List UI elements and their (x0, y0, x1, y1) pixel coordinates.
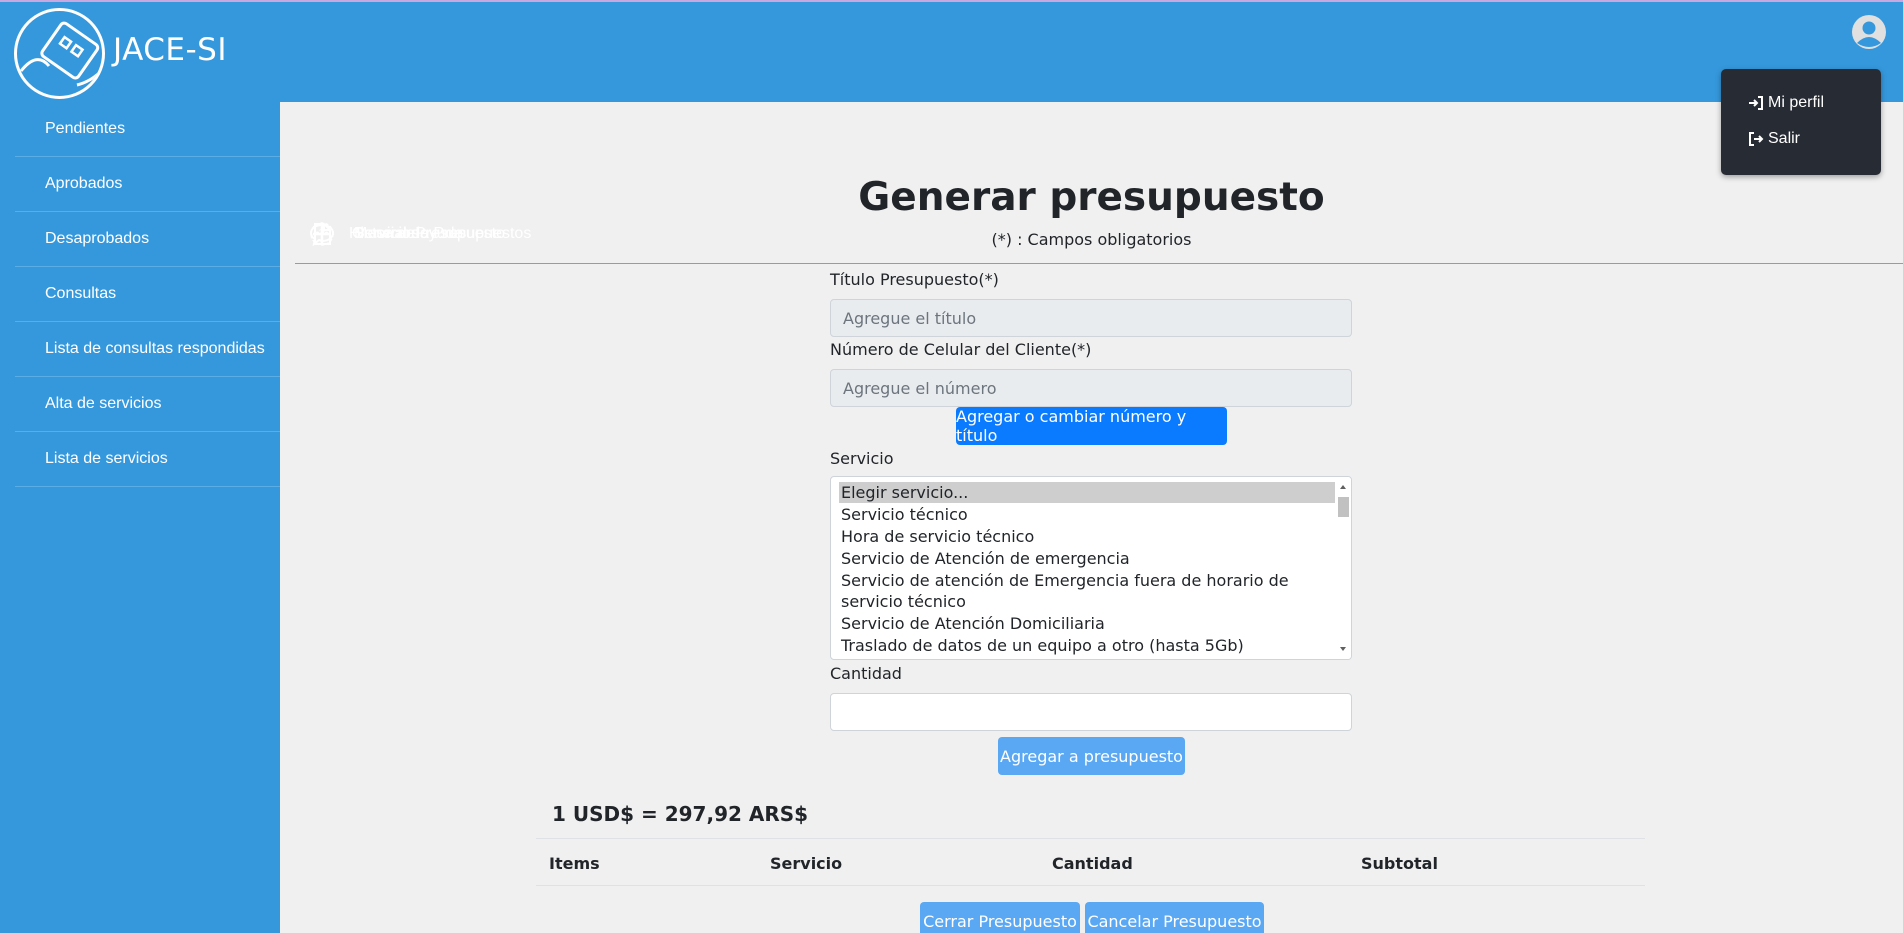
sidebar-item-label: Lista de consultas respondidas (45, 340, 265, 357)
servicio-option[interactable]: Traslado de datos de un equipo a otro (h… (831, 635, 1337, 656)
column-header-cantidad: Cantidad (1052, 854, 1133, 873)
sidebar-item-label: Alta de servicios (45, 395, 162, 412)
required-fields-note: (*) : Campos obligatorios (991, 230, 1192, 249)
logo-icon (19, 21, 102, 87)
brand-name: JACE-SI (113, 32, 227, 68)
agregar-numero-titulo-button[interactable]: Agregar o cambiar número y título (956, 407, 1227, 445)
sidebar-item-lista-servicios[interactable]: Lista de servicios (15, 432, 280, 487)
sidebar-item-label: Lista de servicios (45, 450, 168, 467)
scroll-up-icon[interactable] (1335, 479, 1351, 495)
scrollbar-thumb[interactable] (1338, 497, 1349, 517)
titulo-label: Título Presupuesto(*) (830, 270, 999, 289)
table-header-divider (536, 885, 1645, 886)
servicio-option[interactable]: Servicio de atención de Emergencia fuera… (831, 570, 1337, 612)
titulo-input[interactable]: Agregue el título (830, 299, 1352, 337)
servicio-option[interactable]: Servicio técnico (831, 504, 1337, 525)
servicio-option[interactable]: Servicio de Atención de emergencia (831, 548, 1337, 569)
logo[interactable] (14, 8, 105, 99)
celular-label: Número de Celular del Cliente(*) (830, 340, 1092, 359)
cantidad-input[interactable] (830, 693, 1352, 731)
page-title: Generar presupuesto (858, 175, 1325, 220)
servicio-option[interactable]: Servicio de Atención Domiciliaria (831, 613, 1337, 634)
servicio-listbox[interactable]: Elegir servicio... Servicio técnico Hora… (830, 476, 1352, 660)
cerrar-presupuesto-button[interactable]: Cerrar Presupuesto (920, 902, 1080, 933)
cantidad-label: Cantidad (830, 664, 902, 683)
sidebar-item-pendientes[interactable]: Pendientes (15, 102, 280, 157)
sidebar-item-label: Consultas (45, 285, 117, 302)
sidebar-item-desaprobados[interactable]: Desaprobados (15, 212, 280, 267)
sidebar-item-lista-consultas[interactable]: Lista de consultas respondidas (15, 322, 280, 377)
main-content: Generar presupuesto (*) : Campos obligat… (280, 102, 1903, 933)
sidebar-item-alta-servicios[interactable]: Alta de servicios (15, 377, 280, 432)
scroll-down-icon[interactable] (1335, 641, 1351, 657)
column-header-items: Items (549, 854, 600, 873)
sidebar-item-label: Desaprobados (45, 230, 150, 247)
sidebar: Generar Presupuesto Historial de Presupu… (0, 102, 1903, 933)
column-header-servicio: Servicio (770, 854, 843, 873)
servicio-option[interactable]: Elegir servicio... (839, 482, 1335, 503)
sidebar-item-consultas[interactable]: Consultas (15, 267, 280, 322)
exchange-rate: 1 USD$ = 297,92 ARS$ (552, 802, 809, 826)
top-navbar: JACE-SI (0, 0, 1903, 102)
servicio-option[interactable]: Hora de servicio técnico (831, 526, 1337, 547)
servicio-label: Servicio (830, 449, 894, 468)
sidebar-item-label: Pendientes (45, 120, 126, 137)
agregar-a-presupuesto-button[interactable]: Agregar a presupuesto (998, 737, 1185, 775)
column-header-subtotal: Subtotal (1361, 854, 1438, 873)
listbox-scrollbar[interactable] (1335, 477, 1351, 659)
celular-input[interactable]: Agregue el número (830, 369, 1352, 407)
user-account-icon[interactable] (1851, 14, 1887, 50)
sidebar-item-aprobados[interactable]: Aprobados (15, 157, 280, 212)
cancelar-presupuesto-button[interactable]: Cancelar Presupuesto (1085, 902, 1264, 933)
table-top-divider (536, 838, 1645, 839)
sidebar-item-label: Aprobados (45, 175, 123, 192)
